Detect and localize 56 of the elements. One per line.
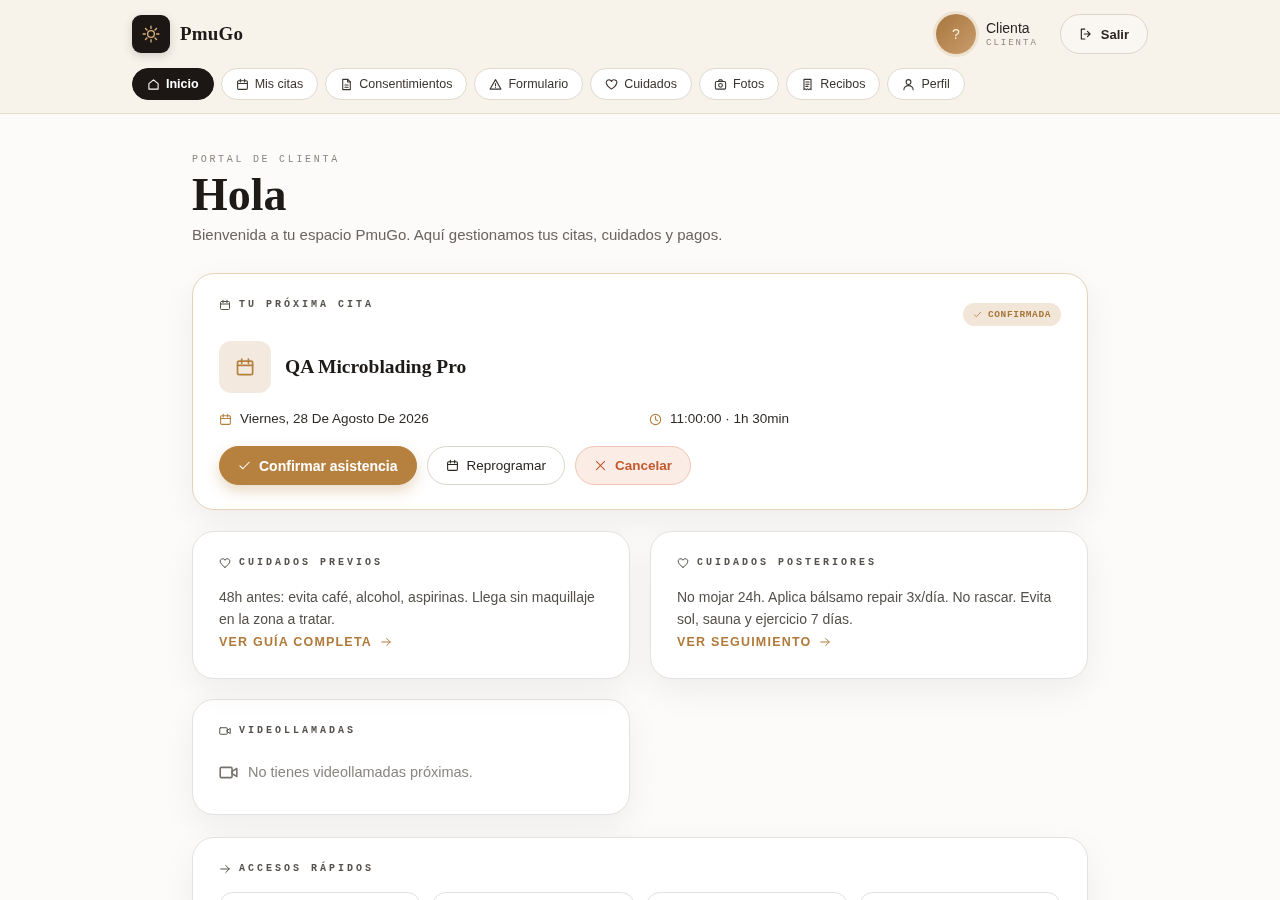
reschedule-button[interactable]: Reprogramar [426,446,566,485]
logout-button[interactable]: Salir [1059,14,1148,54]
nav-tab[interactable]: Mis citas [220,68,319,100]
close-icon [594,459,608,472]
appointment-time: 11:00:00 · 1h 30min [670,410,790,428]
user-avatar: ? [936,14,976,54]
section-label: VIDEOLLAMADAS [239,725,356,737]
service-name: QA Microblading Pro [285,356,467,378]
heart-icon [605,77,619,91]
nav-tab[interactable]: Fotos [698,68,780,100]
cancel-button[interactable]: Cancelar [575,446,692,485]
brand-name: PmuGo [180,23,244,45]
calendar-icon [445,459,459,472]
warning-icon [489,77,503,91]
section-label: ACCESOS RÁPIDOS [239,863,374,875]
document-icon [340,77,354,91]
nav-tab[interactable]: Inicio [132,68,214,100]
care-link[interactable]: VER SEGUIMIENTO [677,634,832,650]
arrow-right-icon [380,636,393,648]
section-label: CUIDADOS POSTERIORES [697,557,878,569]
care-link[interactable]: VER GUÍA COMPLETA [219,634,393,650]
section-label: CUIDADOS PREVIOS [239,557,383,569]
user-role: CLIENTA [986,36,1038,49]
sun-logo-icon [132,15,170,53]
nav-tab[interactable]: Perfil [887,68,965,100]
home-icon [147,77,160,91]
user-name: Clienta [986,19,1031,37]
heart-icon [677,557,689,569]
heart-icon [219,557,231,569]
page-title: Hola [192,170,287,220]
section-label: TU PRÓXIMA CITA [239,299,374,311]
page-subtitle: Bienvenida a tu espacio PmuGo. Aquí gestionamos tus citas, cuidados y pagos. [192,225,723,245]
status-label: CONFIRMADA [988,309,1051,320]
care-instructions: No mojar 24h. Aplica bálsamo repair 3x/día. No rascar. Evita sol, sauna y ejercicio 7 días. [677,588,1053,629]
nav-tab[interactable]: Formulario [474,68,584,100]
check-icon [238,459,251,472]
calendar-icon [219,299,231,311]
arrow-right-icon [219,863,231,875]
calendar-icon [219,412,232,426]
check-icon [973,310,982,319]
calendar-icon [235,77,249,91]
nav-tab[interactable]: Cuidados [590,68,692,100]
empty-state-text: No tienes videollamadas próximas. [248,763,473,782]
user-icon [902,77,916,91]
care-instructions: 48h antes: evita café, alcohol, aspirinas. Llega sin maquillaje en la zona a tratar. [219,588,596,629]
calendar-icon [219,341,271,393]
nav-tab[interactable]: Consentimientos [325,68,468,100]
logout-icon [1078,27,1093,41]
arrow-right-icon [819,636,832,648]
appointment-date: Viernes, 28 De Agosto De 2026 [240,410,429,428]
nav-tab[interactable]: Recibos [786,68,881,100]
clock-icon [649,412,662,426]
camera-icon [713,77,727,91]
receipt-icon [801,77,815,91]
video-camera-icon [219,725,231,737]
page-eyebrow: PORTAL DE CLIENTA [192,154,340,166]
